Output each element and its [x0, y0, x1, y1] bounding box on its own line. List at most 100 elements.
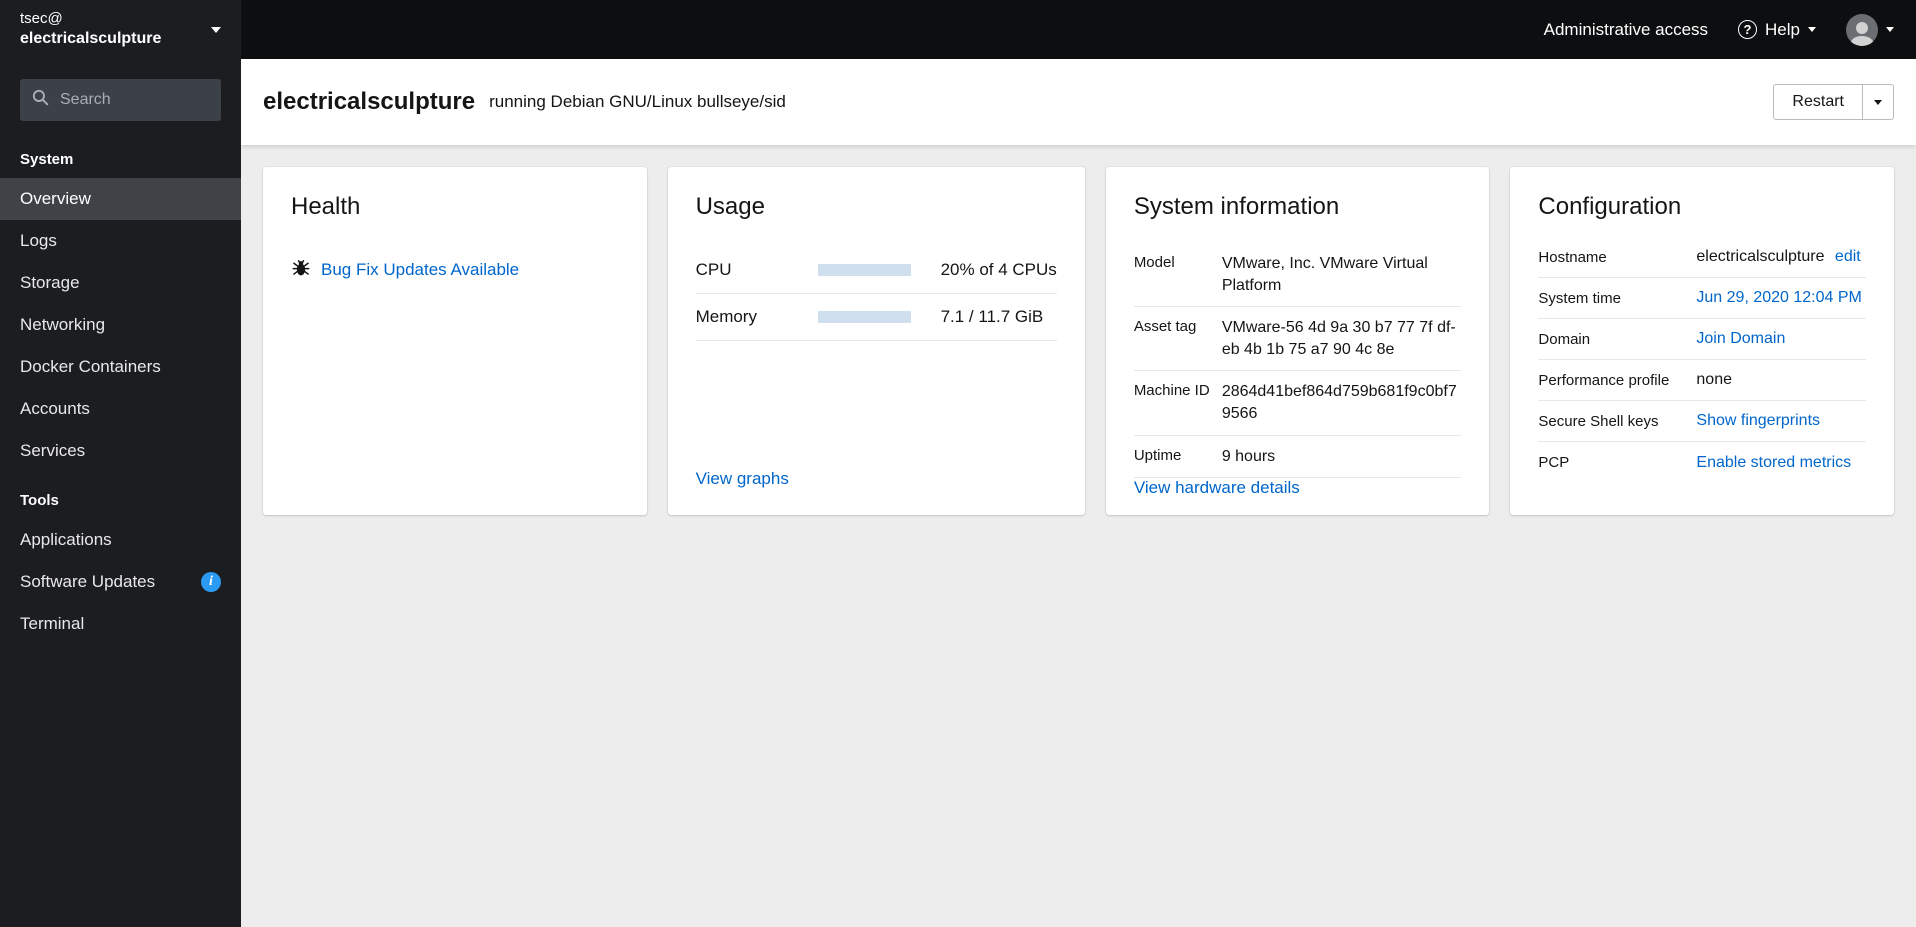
info-badge-icon: i: [201, 572, 221, 592]
sidebar-search[interactable]: [20, 79, 221, 121]
pcp-value: Enable stored metrics: [1696, 454, 1866, 472]
user-menu-button[interactable]: [1846, 13, 1894, 46]
cpu-progress: [817, 264, 911, 276]
uptime-label: Uptime: [1133, 446, 1182, 464]
domain-value: Join Domain: [1696, 330, 1866, 348]
cpu-label: CPU: [695, 260, 732, 279]
asset-tag-label: Asset tag: [1133, 318, 1197, 336]
secure-shell-keys-value: Show fingerprints: [1696, 412, 1866, 430]
current-user-label: tsec@: [20, 10, 63, 28]
system-time-row: System time Jun 29, 2020 12:04 PM: [1538, 278, 1866, 319]
search-icon: [32, 89, 49, 111]
usage-card: Usage CPU 20% of 4 CPUs Memory 7.1 / 11.…: [667, 167, 1085, 515]
memory-value: 7.1 / 11.7 GiB: [940, 307, 1044, 326]
model-label: Model: [1133, 254, 1175, 271]
sidebar-item-logs[interactable]: Logs: [0, 220, 241, 262]
configuration-card-title: Configuration: [1538, 193, 1682, 220]
cpu-value: 20% of 4 CPUs: [940, 260, 1057, 279]
sidebar-item-networking[interactable]: Networking: [0, 304, 241, 346]
configuration-card: Configuration Hostname electricalsculptu…: [1510, 167, 1894, 515]
pcp-row: PCP Enable stored metrics: [1538, 442, 1866, 483]
memory-usage-row: Memory 7.1 / 11.7 GiB: [695, 294, 1057, 341]
administrative-access-label: Administrative access: [1543, 19, 1709, 39]
os-subtitle: running Debian GNU/Linux bullseye/sid: [489, 92, 786, 111]
sidebar-item-label: Software Updates: [20, 572, 156, 591]
system-time-link[interactable]: Jun 29, 2020 12:04 PM: [1696, 289, 1861, 306]
secure-shell-keys-label: Secure Shell keys: [1538, 412, 1659, 430]
help-icon: ?: [1738, 20, 1758, 39]
model-row: Model VMware, Inc. VMware Virtual Platfo…: [1133, 243, 1462, 308]
usage-card-title: Usage: [695, 193, 765, 220]
asset-tag-value: VMware-56 4d 9a 30 b7 77 7f df-eb 4b 1b …: [1221, 319, 1456, 358]
hostname-text: electricalsculpture: [1696, 248, 1825, 265]
cards-grid: Health Bug Fix Updates Available Usage C…: [263, 167, 1894, 515]
health-card: Health Bug Fix Updates Available: [263, 167, 647, 515]
sidebar-item-docker-containers[interactable]: Docker Containers: [0, 346, 241, 388]
restart-button[interactable]: Restart: [1773, 84, 1863, 120]
chevron-down-icon: [211, 26, 221, 33]
chevron-down-icon: [1886, 27, 1894, 32]
health-card-title: Health: [291, 193, 361, 220]
restart-dropdown-toggle[interactable]: [1863, 84, 1894, 120]
edit-hostname-link[interactable]: edit: [1835, 248, 1861, 265]
sidebar-item-accounts[interactable]: Accounts: [0, 388, 241, 430]
overview-content: Health Bug Fix Updates Available Usage C…: [241, 145, 1916, 927]
sidebar-nav: System Overview Logs Storage Networking …: [0, 131, 241, 927]
page-title: electricalsculpture: [263, 88, 476, 115]
sidebar-item-label: Storage: [20, 273, 80, 292]
sidebar-item-label: Terminal: [20, 614, 85, 633]
help-menu-button[interactable]: ? Help: [1738, 20, 1816, 40]
sidebar-item-services[interactable]: Services: [0, 430, 241, 472]
search-input[interactable]: [58, 90, 209, 110]
performance-profile-row: Performance profile none: [1538, 360, 1866, 401]
health-updates-row: Bug Fix Updates Available: [291, 257, 619, 282]
asset-tag-row: Asset tag VMware-56 4d 9a 30 b7 77 7f df…: [1133, 307, 1462, 372]
avatar: [1846, 13, 1878, 46]
host-switcher-text: tsec@ electricalsculpture: [20, 10, 161, 49]
system-time-value: Jun 29, 2020 12:04 PM: [1696, 289, 1866, 307]
view-hardware-details-link[interactable]: View hardware details: [1134, 478, 1300, 497]
bug-fix-updates-link[interactable]: Bug Fix Updates Available: [321, 260, 519, 280]
domain-row: Domain Join Domain: [1538, 319, 1866, 360]
hostname-value: electricalsculpture edit: [1696, 248, 1866, 266]
domain-label: Domain: [1538, 330, 1591, 348]
administrative-access-button[interactable]: Administrative access: [1544, 20, 1708, 40]
system-information-card-title: System information: [1133, 193, 1340, 220]
machine-id-row: Machine ID 2864d41bef864d759b681f9c0bf79…: [1133, 371, 1462, 436]
host-switcher[interactable]: tsec@ electricalsculpture: [0, 0, 241, 59]
sidebar-item-storage[interactable]: Storage: [0, 262, 241, 304]
memory-label: Memory: [695, 307, 757, 326]
uptime-value: 9 hours: [1221, 447, 1276, 465]
current-host-label: electricalsculpture: [20, 29, 162, 47]
sidebar-item-label: Accounts: [20, 399, 90, 418]
performance-profile-label: Performance profile: [1538, 371, 1670, 389]
sidebar-item-terminal[interactable]: Terminal: [0, 603, 241, 645]
view-graphs-link[interactable]: View graphs: [696, 469, 789, 488]
nav-section-system: System: [20, 151, 74, 168]
restart-split-button: Restart: [1773, 84, 1894, 120]
machine-id-value: 2864d41bef864d759b681f9c0bf79566: [1221, 383, 1457, 422]
join-domain-link[interactable]: Join Domain: [1696, 330, 1785, 347]
sidebar-item-applications[interactable]: Applications: [0, 519, 241, 561]
configuration-table: Hostname electricalsculpture edit System…: [1538, 237, 1866, 483]
sidebar-item-label: Networking: [20, 315, 106, 334]
nav-section-tools: Tools: [20, 492, 59, 509]
topbar: Administrative access ? Help: [241, 0, 1916, 59]
system-time-label: System time: [1538, 289, 1621, 307]
sidebar-item-label: Docker Containers: [20, 357, 161, 376]
app-root: tsec@ electricalsculpture System Overvie…: [0, 0, 1916, 927]
show-fingerprints-link[interactable]: Show fingerprints: [1696, 412, 1820, 429]
enable-stored-metrics-link[interactable]: Enable stored metrics: [1696, 454, 1851, 471]
sidebar-item-label: Applications: [20, 530, 112, 549]
machine-id-label: Machine ID: [1133, 382, 1210, 400]
bug-icon: [291, 257, 311, 282]
sidebar-item-overview[interactable]: Overview: [0, 178, 241, 220]
help-label: Help: [1765, 19, 1800, 39]
sidebar: tsec@ electricalsculpture System Overvie…: [0, 0, 241, 927]
memory-progress: [817, 311, 911, 323]
main-area: electricalsculpture running Debian GNU/L…: [241, 59, 1916, 927]
sidebar-item-software-updates[interactable]: Software Updates i: [0, 561, 241, 603]
chevron-down-icon: [1874, 99, 1882, 105]
system-information-table: Model VMware, Inc. VMware Virtual Platfo…: [1133, 243, 1462, 479]
system-information-card-footer: View hardware details: [1134, 478, 1462, 498]
